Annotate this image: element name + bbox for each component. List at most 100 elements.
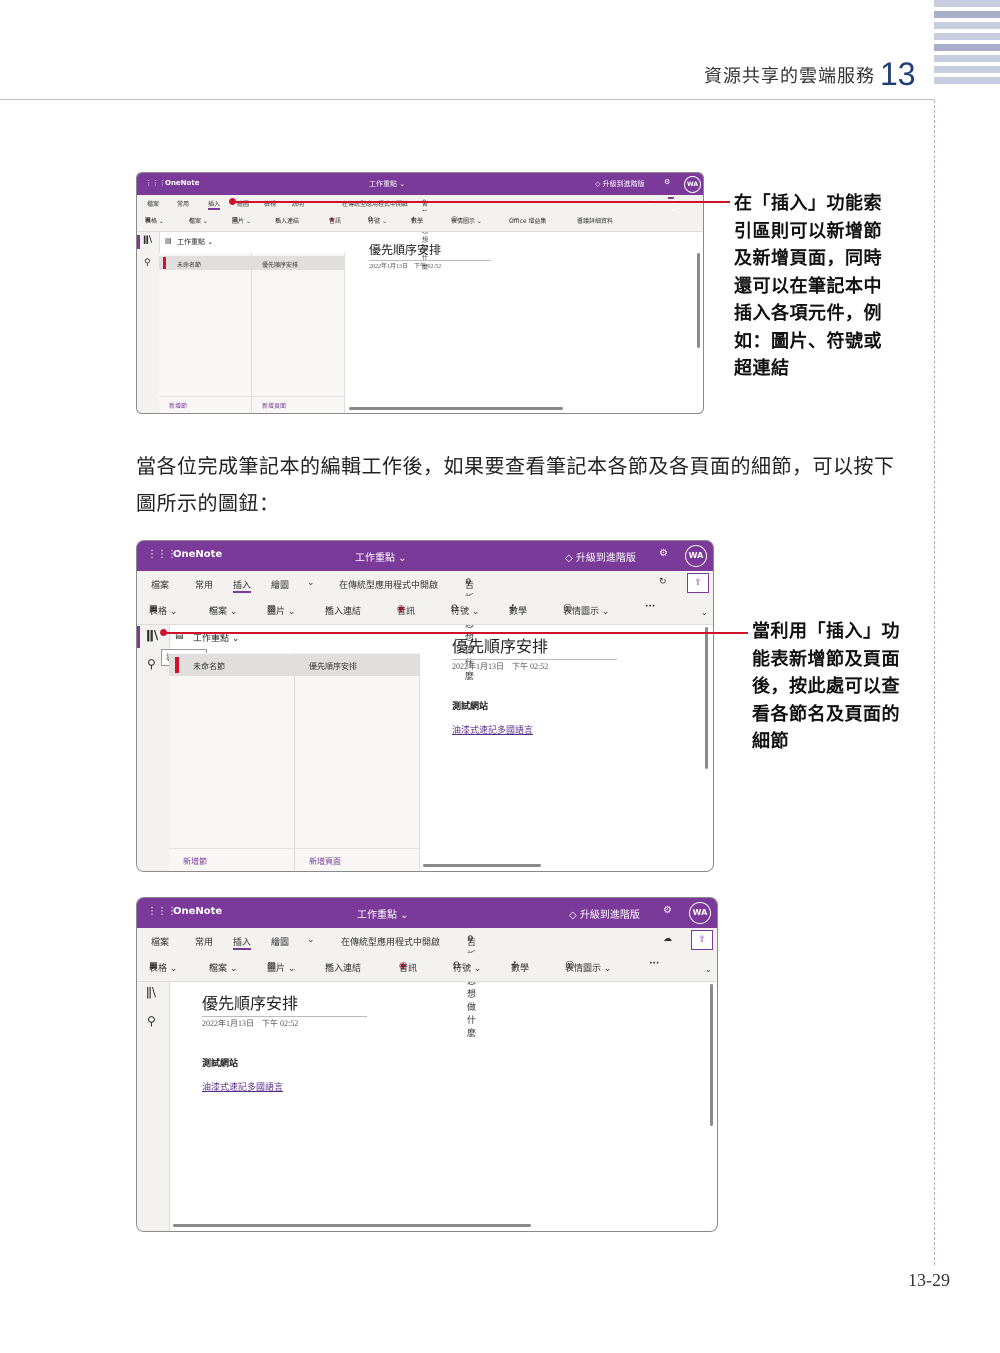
upgrade-label: 升級到進階版 [575,553,636,564]
page-content[interactable]: 優先順序安排 2022年1月13日 下午 02:52 [347,233,687,403]
horizontal-scrollbar[interactable] [173,1224,531,1227]
horizontal-scrollbar[interactable] [349,407,563,410]
upgrade-button[interactable]: ◇ 升級到進階版 [595,179,645,189]
notebook-title[interactable]: 工作重點 ⌄ [355,549,407,564]
ribbon-collapse-icon[interactable]: ⌄ [705,965,712,974]
page-title[interactable]: 優先順序安排 [452,633,617,660]
page-date: 2022年1月13日 下午 02:52 [452,662,549,671]
vertical-scrollbar[interactable] [697,253,700,348]
app-launcher-icon[interactable]: ⋮⋮⋮ [145,179,166,187]
notebook-selector-label: 工作重點 ⌄ [177,238,214,246]
page-margin-line [934,100,935,1265]
notebooks-icon[interactable]: ǁ\ [146,628,158,642]
page-link[interactable]: 油漆式速記多國語言 [452,723,533,736]
search-icon[interactable]: ⚲ [147,1014,156,1028]
section-name[interactable]: 未命名節 [177,260,201,269]
avatar[interactable]: WA [689,902,711,924]
link-label: 插入連結 [325,964,362,974]
menu-home[interactable]: 常用 [195,578,213,591]
menu-home[interactable]: 常用 [195,935,213,948]
ribbon-collapse-icon[interactable]: ⌄ [701,608,708,617]
notebook-title[interactable]: 工作重點 ⌄ [369,179,405,189]
sync-icon[interactable]: ↻ [659,577,667,587]
audio-label: 音訊 [329,218,342,225]
page-title[interactable]: 優先順序安排 [202,990,367,1017]
audio-label: 音訊 [399,964,418,974]
page-link[interactable]: 油漆式速記多國語言 [202,1080,283,1093]
table-label: 表格 ⌄ [149,964,178,974]
menu-file[interactable]: 檔案 [147,199,159,208]
avatar[interactable]: WA [684,176,701,193]
vertical-scrollbar[interactable] [710,984,713,1126]
callout-1-text: 在「插入」功能索引區則可以新增節及新增頁面，同時還可以在筆記本中插入各項元件，例… [734,193,882,379]
picture-label: 圖片 ⌄ [232,218,251,225]
emoji-label: 表情圖示 ⌄ [565,964,612,974]
menu-draw[interactable]: 繪圖 [271,578,289,591]
add-page-button[interactable]: 新增頁面 [262,401,286,410]
add-page-button[interactable]: 新增頁面 [309,856,341,867]
horizontal-scrollbar[interactable] [423,864,541,867]
notebooks-icon[interactable]: ǁ\ [143,235,152,245]
avatar[interactable]: WA [685,545,707,567]
upgrade-button[interactable]: ◇ 升級到進階版 [569,906,640,921]
gear-icon[interactable]: ⚙ [664,178,670,186]
page-text[interactable]: 測試網站 [202,1056,238,1069]
section-color-tab [175,657,179,673]
page-list: 優先順序安排 新增頁面 [295,653,420,871]
add-section-button[interactable]: 新增節 [169,401,187,410]
page-name[interactable]: 優先順序安排 [262,260,298,269]
app-name: OneNote [165,179,200,187]
menu-more-chevron[interactable]: ⌄ [307,578,315,588]
more-options-button[interactable]: ··· [649,959,659,969]
upgrade-button[interactable]: ◇ 升級到進階版 [565,549,636,564]
math-label: 數學 [509,607,528,617]
emoji-label: 表情圖示 ⌄ [563,607,610,617]
more-options-button[interactable]: ··· [645,602,655,612]
search-icon[interactable]: ⚲ [144,258,151,268]
add-section-button[interactable]: 新增節 [183,856,207,867]
page-footer: 新增頁面 [252,396,344,413]
vertical-scrollbar[interactable] [705,627,708,769]
gear-icon[interactable]: ⚙ [663,905,672,916]
callout-2-text: 當利用「插入」功能表新增節及頁面後，按此處可以查看各節名及頁面的細節 [752,621,900,752]
section-row[interactable] [159,256,251,270]
math-label: 數學 [511,964,530,974]
file-label: 檔案 ⌄ [209,964,238,974]
rail-selection [137,626,140,648]
header-rule [0,99,934,100]
symbol-label: 符號 ⌄ [368,218,387,225]
section-row[interactable] [169,654,294,676]
notebook-icon: ▤ [165,237,172,245]
open-in-desktop[interactable]: 在傳統型應用程式中開啟 [339,578,438,591]
gear-icon[interactable]: ⚙ [659,548,668,559]
page-text[interactable]: 測試網站 [452,699,488,712]
table-label: 表格 ⌄ [149,607,178,617]
menu-insert[interactable]: 插入 [233,578,252,593]
sync-icon[interactable]: ☁ [663,934,672,944]
upgrade-label: 升級到進階版 [602,180,645,188]
menu-file[interactable]: 檔案 [151,935,169,948]
page-content[interactable]: 優先順序安排 2022年1月13日 下午 02:52 測試網站 油漆式速記多國語… [420,625,705,865]
share-button[interactable]: ⇪ 共用 [668,197,677,216]
notebook-title[interactable]: 工作重點 ⌄ [357,906,409,921]
page-name[interactable]: 優先順序安排 [309,661,357,672]
menu-draw[interactable]: 繪圖 [271,935,289,948]
page-content[interactable]: 優先順序安排 2022年1月13日 下午 02:52 測試網站 油漆式速記多國語… [170,982,710,1222]
menu-more-chevron[interactable]: ⌄ [307,935,315,945]
menu-home[interactable]: 常用 [177,199,189,208]
title-bar: ⋮⋮⋮ OneNote 工作重點 ⌄ ◇ 升級到進階版 ⚙ WA [137,898,717,928]
share-icon[interactable]: ⇪ [691,930,713,950]
title-bar: ⋮⋮⋮ OneNote 工作重點 ⌄ ◇ 升級到進階版 ⚙ WA [137,541,713,571]
symbol-label: 符號 ⌄ [451,607,480,617]
menu-insert[interactable]: 插入 [208,199,221,210]
share-icon[interactable]: ⇪ [687,573,709,593]
search-icon[interactable]: ⚲ [147,657,156,671]
open-in-desktop[interactable]: 在傳統型應用程式中開啟 [341,935,440,948]
notebooks-icon[interactable]: ǁ\ [146,985,156,999]
page-title[interactable]: 優先順序安排 [369,241,491,261]
menu-file[interactable]: 檔案 [151,578,169,591]
menu-insert[interactable]: 插入 [233,935,252,950]
section-name[interactable]: 未命名節 [193,661,225,672]
upgrade-label: 升級到進階版 [579,910,640,921]
ribbon-toolbar: ▦ 表格 ⌄ ⌕ 檔案 ⌄ ▨ 圖片 ⌄ ∞ 插入連結 ◉ 音訊 Ω 符號 ⌄ … [137,596,713,625]
